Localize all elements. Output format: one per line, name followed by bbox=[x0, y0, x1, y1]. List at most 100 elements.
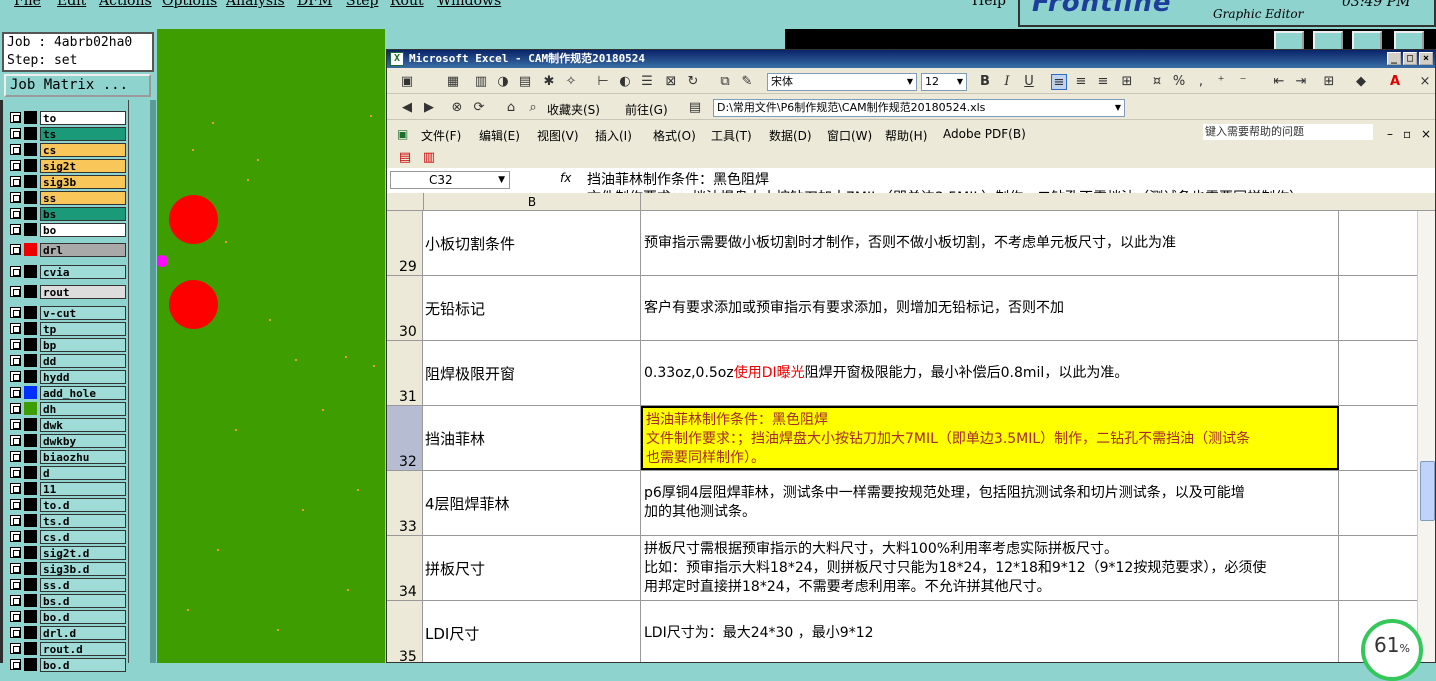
fill-color-icon[interactable]: ◆ bbox=[1353, 74, 1369, 90]
layer-name[interactable]: add_hole bbox=[40, 386, 126, 400]
layer-name[interactable]: 11 bbox=[40, 482, 126, 496]
menu-format[interactable]: 格式(O) bbox=[653, 127, 696, 144]
menu-data[interactable]: 数据(D) bbox=[769, 127, 812, 144]
layer-name[interactable]: to bbox=[40, 111, 126, 125]
align-right-icon[interactable]: ≡ bbox=[1095, 74, 1111, 90]
cell-b[interactable]: 无铅标记 bbox=[423, 276, 641, 340]
pdf-options-icon[interactable]: ▥ bbox=[421, 150, 437, 166]
layer-name[interactable]: tp bbox=[40, 322, 126, 336]
cell-c[interactable]: 预审指示需要做小板切割时才制作，否则不做小板切割，不考虑单元板尺寸，以此为准 bbox=[641, 211, 1339, 275]
layer-checkbox[interactable] bbox=[10, 419, 21, 430]
doc-restore-icon[interactable]: ▫ bbox=[1403, 127, 1411, 141]
layer-row[interactable]: sig2t.d bbox=[4, 545, 126, 560]
cell-b[interactable]: LDI尺寸 bbox=[423, 601, 641, 662]
layer-name[interactable]: bp bbox=[40, 338, 126, 352]
up-arrow-icon[interactable] bbox=[1274, 31, 1304, 51]
layer-name[interactable]: drl.d bbox=[40, 626, 126, 640]
graphic-canvas[interactable] bbox=[157, 29, 385, 663]
indent-decrease-icon[interactable]: ⇤ bbox=[1271, 74, 1287, 90]
layer-name[interactable]: v-cut bbox=[40, 306, 126, 320]
cell-c[interactable]: p6厚铜4层阻焊菲林，测试条中一样需要按规范处理，包括阻抗测试条和切片测试条，以… bbox=[641, 471, 1339, 535]
layer-checkbox[interactable] bbox=[10, 208, 21, 219]
underline-icon[interactable]: U bbox=[1021, 74, 1037, 90]
layer-checkbox[interactable] bbox=[10, 483, 21, 494]
increase-decimal-icon[interactable]: ⁺ bbox=[1213, 74, 1229, 90]
home-icon[interactable]: ⌂ bbox=[503, 100, 519, 116]
menu-step[interactable]: Step bbox=[346, 0, 378, 9]
layer-checkbox[interactable] bbox=[10, 611, 21, 622]
layer-row[interactable]: bo.d bbox=[4, 657, 126, 672]
layer-checkbox[interactable] bbox=[10, 387, 21, 398]
cell-c[interactable]: 0.33oz,0.5oz使用DI曝光阻焊开窗极限能力，最小补偿后0.8mil，以… bbox=[641, 341, 1339, 405]
layer-row[interactable]: bs bbox=[4, 206, 126, 221]
menu-dfm[interactable]: DFM bbox=[297, 0, 332, 9]
layer-name[interactable]: dwk bbox=[40, 418, 126, 432]
layer-name[interactable]: ss bbox=[40, 191, 126, 205]
borders-icon[interactable]: ⊞ bbox=[1321, 74, 1337, 90]
layer-checkbox[interactable] bbox=[10, 563, 21, 574]
layer-checkbox[interactable] bbox=[10, 307, 21, 318]
menu-file[interactable]: File bbox=[14, 0, 41, 9]
row-number[interactable]: 34 bbox=[387, 536, 423, 600]
grid-icon[interactable]: ▤ bbox=[517, 74, 533, 90]
row-number[interactable]: 29 bbox=[387, 211, 423, 275]
rotate-icon[interactable]: ↻ bbox=[685, 74, 701, 90]
cell-c[interactable]: 挡油菲林制作条件：黑色阻焊 文件制作要求：；挡油焊盘大小按钻刀加大7MIL（即单边… bbox=[641, 406, 1339, 470]
goto-menu[interactable]: 前往(G) bbox=[625, 101, 668, 118]
web-page-icon[interactable]: ▤ bbox=[687, 100, 703, 116]
bold-icon[interactable]: B bbox=[977, 74, 993, 90]
layer-name[interactable]: bs bbox=[40, 207, 126, 221]
layer-row[interactable]: dh bbox=[4, 401, 126, 416]
layer-checkbox[interactable] bbox=[10, 176, 21, 187]
layer-row[interactable]: bs.d bbox=[4, 593, 126, 608]
layer-row[interactable]: bp bbox=[4, 337, 126, 352]
layer-checkbox[interactable] bbox=[10, 515, 21, 526]
layer-name[interactable]: rout bbox=[40, 285, 126, 299]
layer-checkbox[interactable] bbox=[10, 547, 21, 558]
menu-analysis[interactable]: Analysis bbox=[226, 0, 285, 9]
cell-b[interactable]: 4层阻焊菲林 bbox=[423, 471, 641, 535]
comma-icon[interactable]: , bbox=[1193, 74, 1209, 90]
layer-row[interactable]: tp bbox=[4, 321, 126, 336]
layer-name[interactable]: sig2t bbox=[40, 159, 126, 173]
copy-icon[interactable]: ⧉ bbox=[717, 74, 733, 90]
window-restore-icon[interactable] bbox=[1313, 31, 1343, 51]
layer-row[interactable]: bo.d bbox=[4, 609, 126, 624]
layer-row[interactable]: sig3b bbox=[4, 174, 126, 189]
layer-name[interactable]: cvia bbox=[40, 265, 126, 279]
currency-icon[interactable]: ¤ bbox=[1149, 74, 1165, 90]
layer-name[interactable]: hydd bbox=[40, 370, 126, 384]
menu-window[interactable]: 窗口(W) bbox=[827, 127, 872, 144]
doc-close-icon[interactable]: × bbox=[1421, 127, 1431, 141]
row-number[interactable]: 31 bbox=[387, 341, 423, 405]
row-number[interactable]: 35 bbox=[387, 601, 423, 662]
refresh-icon[interactable]: ⟳ bbox=[471, 100, 487, 116]
layer-checkbox[interactable] bbox=[10, 224, 21, 235]
layer-checkbox[interactable] bbox=[10, 659, 21, 670]
layer-row[interactable]: cvia bbox=[4, 264, 126, 279]
help-search-input[interactable]: 键入需要帮助的问题 bbox=[1203, 124, 1373, 140]
vertical-scrollbar[interactable] bbox=[1417, 211, 1435, 662]
layer-row[interactable]: to.d bbox=[4, 497, 126, 512]
layer-row[interactable]: d bbox=[4, 465, 126, 480]
layer-checkbox[interactable] bbox=[10, 244, 21, 255]
table-icon[interactable]: ▥ bbox=[473, 74, 489, 90]
layer-checkbox[interactable] bbox=[10, 531, 21, 542]
row-number[interactable]: 33 bbox=[387, 471, 423, 535]
layer-name[interactable]: ts.d bbox=[40, 514, 126, 528]
layer-row[interactable]: v-cut bbox=[4, 305, 126, 320]
layer-checkbox[interactable] bbox=[10, 643, 21, 654]
align-center-icon[interactable]: ≡ bbox=[1073, 74, 1089, 90]
back-icon[interactable]: ◀ bbox=[399, 100, 415, 116]
menu-windows[interactable]: Windows bbox=[437, 0, 501, 9]
align-icon[interactable]: ☰ bbox=[639, 74, 655, 90]
layer-checkbox[interactable] bbox=[10, 499, 21, 510]
decrease-decimal-icon[interactable]: ⁻ bbox=[1235, 74, 1251, 90]
name-box[interactable]: C32 ▼ bbox=[390, 171, 510, 189]
layer-row[interactable]: to bbox=[4, 110, 126, 125]
menu-adobe-pdf[interactable]: Adobe PDF(B) bbox=[943, 127, 1026, 141]
menu-edit[interactable]: Edit bbox=[57, 0, 86, 9]
layer-name[interactable]: cs.d bbox=[40, 530, 126, 544]
layer-checkbox[interactable] bbox=[10, 144, 21, 155]
menu-tools[interactable]: 工具(T) bbox=[711, 127, 752, 144]
